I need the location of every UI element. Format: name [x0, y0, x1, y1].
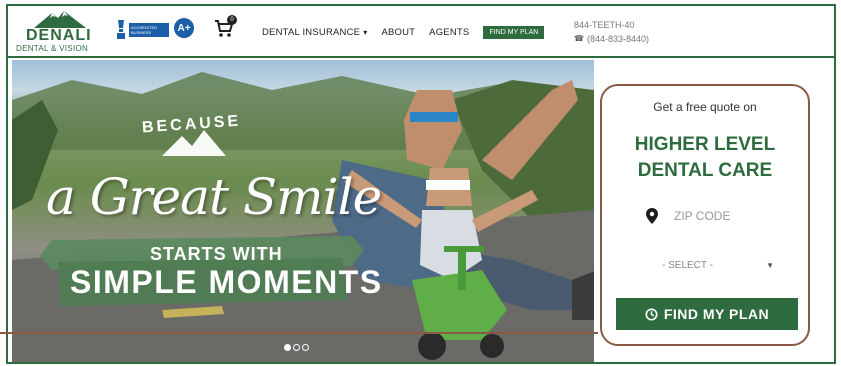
brand-tagline: DENTAL & VISION — [16, 44, 89, 53]
chevron-down-icon: ▼ — [766, 260, 774, 270]
select-value: - SELECT - — [662, 259, 713, 271]
quote-title-line1: HIGHER LEVEL — [634, 134, 776, 155]
site-header: DENALI DENTAL & VISION ACCREDITED BUSINE… — [8, 6, 834, 58]
hero-simple-moments-text: SIMPLE MOMENTS — [70, 264, 383, 300]
find-my-plan-button[interactable]: FIND MY PLAN — [616, 298, 798, 330]
cart-button[interactable]: 0 — [214, 15, 237, 40]
annotation-pointer-line — [0, 332, 598, 334]
denali-logo[interactable]: DENALI DENTAL & VISION — [16, 10, 104, 54]
cart-count-badge: 0 — [227, 15, 237, 25]
chevron-down-icon: ▾ — [363, 27, 368, 37]
carousel-dots — [284, 344, 311, 351]
bbb-torch-icon — [117, 20, 125, 39]
hero-banner[interactable]: BECAUSE a Great Smile STARTS WITH SIMPLE… — [12, 60, 594, 362]
brand-name: DENALI — [26, 27, 92, 44]
contact-phone[interactable]: 844-TEETH-40 ☎ (844-833-8440) — [574, 18, 649, 46]
nav-about[interactable]: ABOUT — [381, 27, 415, 38]
nav-agents[interactable]: AGENTS — [429, 27, 469, 38]
carousel-dot-1[interactable] — [284, 344, 291, 351]
quote-title: HIGHER LEVEL DENTAL CARE — [602, 132, 808, 184]
phone-icon: ☎ — [574, 34, 584, 43]
bbb-rating-badge: A+ — [174, 18, 194, 38]
phone-vanity: 844-TEETH-40 — [574, 20, 635, 30]
carousel-dot-2[interactable] — [293, 344, 300, 351]
phone-number: (844-833-8440) — [586, 34, 650, 44]
clock-icon — [645, 307, 658, 321]
zip-code-input[interactable] — [674, 209, 774, 223]
mountain-logo-icon — [34, 11, 86, 28]
hero-great-smile-text: a Great Smile — [46, 168, 382, 226]
bbb-text: ACCREDITED BUSINESS — [129, 23, 169, 37]
quote-form: Get a free quote on HIGHER LEVEL DENTAL … — [600, 84, 810, 346]
find-my-plan-label: FIND MY PLAN — [663, 306, 770, 322]
main-nav: DENTAL INSURANCE ▾ ABOUT AGENTS FIND MY … — [262, 24, 545, 40]
nav-dental-insurance[interactable]: DENTAL INSURANCE ▾ — [262, 27, 367, 38]
nav-label: DENTAL INSURANCE — [262, 26, 361, 38]
plan-type-select[interactable]: - SELECT - ▼ — [662, 256, 774, 274]
quote-intro: Get a free quote on — [653, 100, 757, 114]
page-frame: DENALI DENTAL & VISION ACCREDITED BUSINE… — [6, 4, 836, 364]
nav-find-my-plan-button[interactable]: FIND MY PLAN — [483, 25, 545, 39]
zip-field — [646, 206, 786, 226]
bbb-accredited-badge[interactable]: ACCREDITED BUSINESS — [116, 20, 171, 40]
hero-starts-with-text: STARTS WITH — [150, 244, 283, 264]
map-pin-icon — [646, 208, 658, 224]
carousel-dot-3[interactable] — [302, 344, 309, 351]
quote-title-line2: DENTAL CARE — [637, 160, 773, 181]
